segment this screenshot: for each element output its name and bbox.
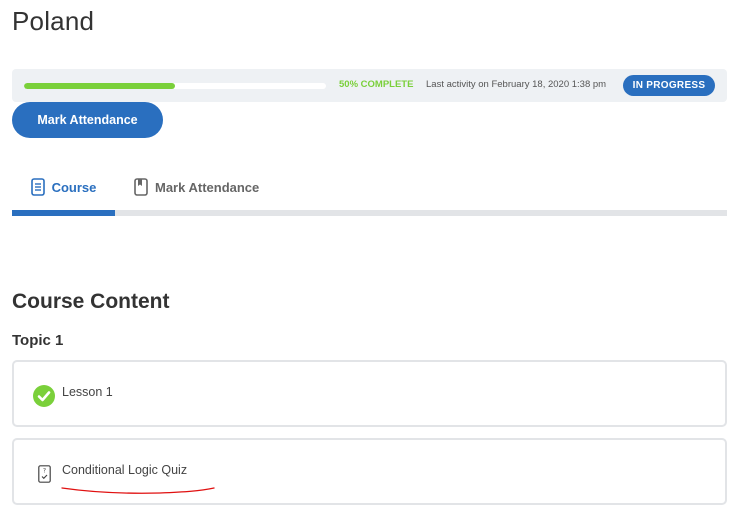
- tab-mark-attendance[interactable]: Mark Attendance: [134, 162, 259, 212]
- quiz-item[interactable]: ? Conditional Logic Quiz: [12, 438, 727, 505]
- status-badge: IN PROGRESS: [623, 75, 715, 96]
- tab-course-label: Course: [51, 179, 97, 195]
- quiz-item-label: Conditional Logic Quiz: [62, 463, 188, 477]
- topic-heading: Topic 1: [12, 332, 64, 349]
- course-tabs: Course Mark Attendance: [12, 162, 727, 216]
- tab-course[interactable]: Course: [12, 162, 115, 212]
- tab-divider: [12, 210, 727, 216]
- progress-label: 50% COMPLETE: [339, 79, 414, 90]
- document-icon: [30, 178, 45, 196]
- progress-bar: [24, 83, 326, 89]
- mark-attendance-button[interactable]: Mark Attendance: [12, 102, 163, 138]
- lesson-item-label: Lesson 1: [62, 385, 113, 399]
- tab-active-indicator: [12, 210, 115, 216]
- page-title: Poland: [12, 6, 95, 36]
- last-activity-text: Last activity on February 18, 2020 1:38 …: [426, 79, 607, 90]
- check-circle-icon: [33, 385, 55, 412]
- svg-text:?: ?: [43, 468, 46, 475]
- course-content-heading: Course Content: [12, 290, 170, 313]
- red-underline-annotation: [60, 483, 220, 501]
- course-status-bar: 50% COMPLETE Last activity on February 1…: [12, 69, 727, 102]
- bookmark-icon: [134, 178, 148, 196]
- lesson-item[interactable]: Lesson 1: [12, 360, 727, 427]
- progress-bar-fill: [24, 83, 175, 89]
- quiz-icon: ?: [38, 465, 51, 488]
- tab-mark-attendance-label: Mark Attendance: [155, 179, 260, 195]
